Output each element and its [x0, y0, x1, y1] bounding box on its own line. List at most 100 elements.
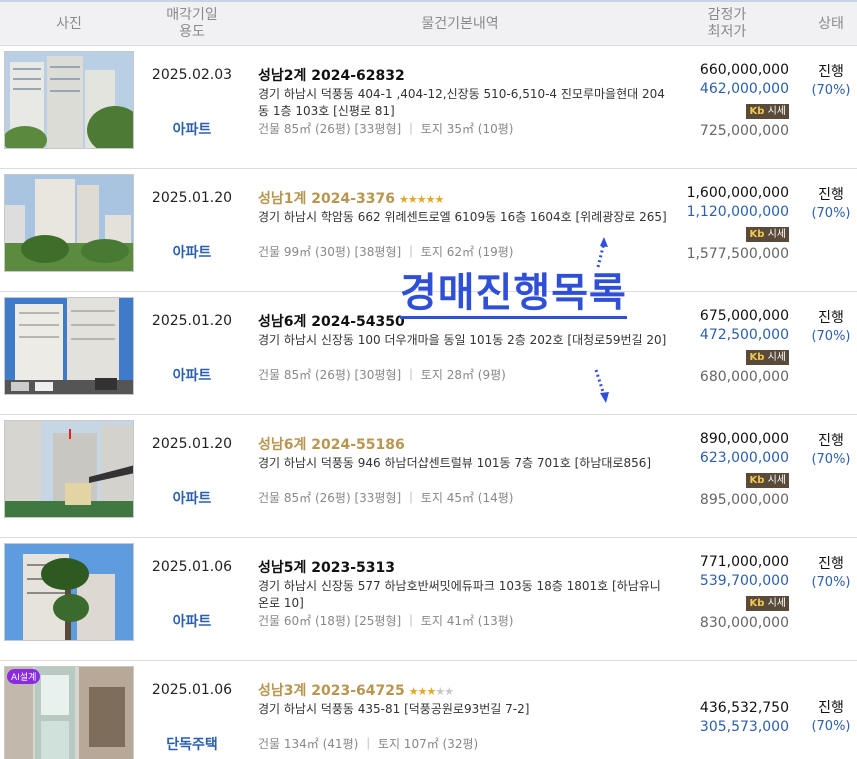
property-address: 경기 하남시 신장동 577 하남호반써밋에듀파크 103동 18층 1801호… [258, 579, 661, 610]
status-percent: (70%) [811, 83, 851, 98]
area-info: 건물 85㎡ (26평) [33평형] ｜ 토지 35㎡ (10평) [258, 122, 514, 136]
rating-stars-icon: ★★★★★ [399, 193, 444, 206]
price-block: 660,000,000 462,000,000 Kb 시세 725,000,00… [700, 61, 789, 141]
minimum-price: 1,120,000,000 [686, 204, 789, 220]
status-block: 진행 (70%) [805, 62, 857, 100]
case-number-link[interactable]: 성남1계 2024-3376 ★★★★★ [258, 188, 670, 208]
area-info: 건물 85㎡ (26평) [30평형] ｜ 토지 28㎡ (9평) [258, 368, 506, 382]
case-number-link[interactable]: 성남2계 2024-62832 [258, 65, 670, 85]
property-info: 성남5계 2023-5313 경기 하남시 신장동 577 하남호반써밋에듀파크… [258, 557, 670, 612]
rating-stars-icon: ★★★★★ [408, 685, 454, 698]
price-block: 771,000,000 539,700,000 Kb 시세 830,000,00… [700, 553, 789, 633]
kb-market-price-button[interactable]: Kb 시세 [746, 104, 789, 119]
area-info: 건물 60㎡ (18평) [25평형] ｜ 토지 41㎡ (13평) [258, 614, 514, 628]
property-photo[interactable] [4, 297, 134, 395]
appraisal-price: 1,600,000,000 [686, 185, 789, 201]
sale-date: 2025.01.06 [151, 682, 233, 698]
status-text: 진행 [818, 187, 844, 203]
sale-date: 2025.01.20 [151, 190, 233, 206]
property-address: 경기 하남시 덕풍동 404-1 ,404-12,신장동 510-6,510-4… [258, 87, 665, 118]
usage-link[interactable]: 단독주택 [140, 734, 244, 754]
table-row[interactable]: AI설계 2025.01.06 단독주택 성남3계 2023-64725 ★★★★… [0, 661, 857, 759]
market-price: 680,000,000 [699, 369, 789, 385]
usage-link[interactable]: 아파트 [140, 488, 244, 508]
header-date-usage: 매각기일 용도 [166, 7, 218, 40]
minimum-price: 472,500,000 [699, 327, 789, 343]
kb-market-price-button[interactable]: Kb 시세 [746, 227, 789, 242]
usage-link[interactable]: 아파트 [140, 611, 244, 631]
case-number-link[interactable]: 성남5계 2023-5313 [258, 557, 670, 577]
status-block: 진행 (70%) [805, 554, 857, 592]
appraisal-price: 675,000,000 [699, 308, 789, 324]
status-block: 진행 (70%) [805, 185, 857, 223]
property-info: 성남3계 2023-64725 ★★★★★ 경기 하남시 덕풍동 435-81 [… [258, 680, 670, 718]
property-photo[interactable] [4, 174, 134, 272]
price-block: 1,600,000,000 1,120,000,000 Kb 시세 1,577,… [687, 184, 789, 264]
table-row[interactable]: 2025.01.20 아파트 성남6계 2024-55186 경기 하남시 덕풍… [0, 415, 857, 538]
kb-market-price-button[interactable]: Kb 시세 [746, 350, 789, 365]
header-status: 상태 [818, 15, 844, 32]
status-text: 진행 [818, 310, 844, 326]
appraisal-price: 660,000,000 [699, 62, 789, 78]
header-photo: 사진 [56, 15, 82, 32]
appraisal-price: 436,532,750 [699, 700, 789, 716]
status-block: 진행 (70%) [805, 431, 857, 469]
status-text: 진행 [818, 700, 844, 716]
minimum-price: 623,000,000 [699, 450, 789, 466]
property-photo[interactable] [4, 543, 134, 641]
status-percent: (70%) [811, 452, 851, 467]
minimum-price: 539,700,000 [699, 573, 789, 589]
header-info: 물건기본내역 [421, 15, 499, 32]
status-percent: (70%) [811, 329, 851, 344]
auction-list: 사진 매각기일 용도 물건기본내역 감정가 최저가 상태 2025.02.03 … [0, 0, 857, 759]
sale-date: 2025.01.06 [151, 559, 233, 575]
appraisal-price: 890,000,000 [699, 431, 789, 447]
status-text: 진행 [818, 433, 844, 449]
table-row[interactable]: 2025.01.06 아파트 성남5계 2023-5313 경기 하남시 신장동… [0, 538, 857, 661]
status-text: 진행 [818, 64, 844, 80]
status-percent: (70%) [811, 719, 851, 734]
price-block: 436,532,750 305,573,000 [700, 699, 789, 737]
area-info: 건물 85㎡ (26평) [33평형] ｜ 토지 45㎡ (14평) [258, 491, 514, 505]
property-address: 경기 하남시 학암동 662 위례센트로엘 6109동 16층 1604호 [위… [258, 210, 667, 224]
property-address: 경기 하남시 덕풍동 946 하남더샵센트럴뷰 101동 7층 701호 [하남… [258, 456, 652, 470]
status-block: 진행 (70%) [805, 698, 857, 736]
sale-date: 2025.01.20 [151, 313, 233, 329]
appraisal-price: 771,000,000 [699, 554, 789, 570]
ai-badge: AI설계 [7, 669, 41, 684]
price-block: 675,000,000 472,500,000 Kb 시세 680,000,00… [700, 307, 789, 387]
usage-link[interactable]: 아파트 [140, 242, 244, 262]
dotted-arrows-icon [594, 237, 609, 403]
property-info: 성남1계 2024-3376 ★★★★★ 경기 하남시 학암동 662 위례센트로… [258, 188, 670, 226]
property-photo[interactable] [4, 420, 134, 518]
market-price: 725,000,000 [699, 123, 789, 139]
usage-link[interactable]: 아파트 [140, 365, 244, 385]
status-text: 진행 [818, 556, 844, 572]
property-photo[interactable] [4, 51, 134, 149]
status-percent: (70%) [811, 206, 851, 221]
case-number-link[interactable]: 성남3계 2023-64725 ★★★★★ [258, 680, 670, 700]
kb-market-price-button[interactable]: Kb 시세 [746, 596, 789, 611]
sale-date: 2025.02.03 [151, 67, 233, 83]
market-price: 830,000,000 [699, 615, 789, 631]
area-info: 건물 99㎡ (30평) [38평형] ｜ 토지 62㎡ (19평) [258, 245, 514, 259]
minimum-price: 305,573,000 [699, 719, 789, 735]
area-info: 건물 134㎡ (41평) ｜ 토지 107㎡ (32평) [258, 737, 479, 751]
property-info: 성남6계 2024-55186 경기 하남시 덕풍동 946 하남더샵센트럴뷰 … [258, 434, 670, 472]
table-header: 사진 매각기일 용도 물건기본내역 감정가 최저가 상태 [0, 0, 857, 46]
market-price: 895,000,000 [699, 492, 789, 508]
property-info: 성남2계 2024-62832 경기 하남시 덕풍동 404-1 ,404-12… [258, 65, 670, 120]
price-block: 890,000,000 623,000,000 Kb 시세 895,000,00… [700, 430, 789, 510]
kb-market-price-button[interactable]: Kb 시세 [746, 473, 789, 488]
property-address: 경기 하남시 덕풍동 435-81 [덕풍공원로93번길 7-2] [258, 702, 530, 716]
market-price: 1,577,500,000 [686, 246, 789, 262]
table-row[interactable]: 2025.02.03 아파트 성남2계 2024-62832 경기 하남시 덕풍… [0, 46, 857, 169]
header-price: 감정가 최저가 [707, 7, 747, 40]
usage-link[interactable]: 아파트 [140, 119, 244, 139]
property-photo[interactable]: AI설계 [4, 666, 134, 759]
case-number-link[interactable]: 성남6계 2024-55186 [258, 434, 670, 454]
status-percent: (70%) [811, 575, 851, 590]
minimum-price: 462,000,000 [699, 81, 789, 97]
sale-date: 2025.01.20 [151, 436, 233, 452]
status-block: 진행 (70%) [805, 308, 857, 346]
